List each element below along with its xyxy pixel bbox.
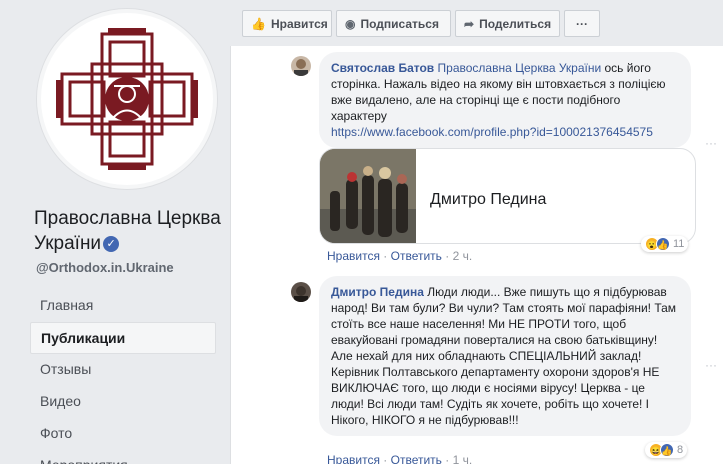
nav-item-reviews[interactable]: Отзывы	[30, 354, 216, 386]
person-photo-icon	[294, 286, 308, 302]
comment-like-link[interactable]: Нравится	[327, 453, 380, 464]
comment-time[interactable]: 2 ч.	[453, 249, 473, 263]
nav-item-home[interactable]: Главная	[30, 290, 216, 322]
link-preview-card[interactable]: Дмитро Педина	[319, 148, 696, 244]
like-reaction-icon: 👍	[656, 237, 670, 251]
thumbs-up-icon: 👍	[251, 16, 266, 31]
reaction-summary[interactable]: 😆 👍 8	[645, 442, 688, 458]
like-page-button[interactable]: 👍 Нравится	[242, 10, 332, 37]
link-preview-image	[320, 149, 416, 243]
more-options-label: ···	[576, 16, 588, 31]
like-reaction-icon: 👍	[660, 443, 674, 457]
page-action-bar: 👍 Нравится ◉ Подписаться ➦ Поделиться ··…	[242, 10, 600, 37]
comment-time[interactable]: 1 ч.	[453, 453, 473, 464]
comment-options-icon[interactable]: ···	[705, 358, 717, 372]
share-label: Поделиться	[479, 16, 552, 31]
page-avatar[interactable]	[36, 8, 218, 190]
like-page-label: Нравится	[270, 16, 328, 31]
comment-bubble: Дмитро Педина Люди люди... Вже пишуть що…	[319, 276, 691, 436]
comment-link[interactable]: https://www.facebook.com/profile.php?id=…	[331, 125, 653, 139]
comment-author[interactable]: Дмитро Педина	[331, 285, 424, 299]
nav-item-posts[interactable]: Публикации	[30, 322, 216, 354]
share-button[interactable]: ➦ Поделиться	[455, 10, 560, 37]
page-title[interactable]: Православна Церква України ✓	[34, 206, 224, 256]
page-sidebar: Православна Церква України ✓ @Orthodox.in…	[0, 0, 228, 464]
comment-options-icon[interactable]: ···	[705, 136, 717, 150]
link-preview-title: Дмитро Педина	[430, 191, 547, 208]
comment-reply-link[interactable]: Ответить	[391, 249, 442, 263]
comment-author[interactable]: Святослав Батов	[331, 61, 434, 75]
page-handle[interactable]: @Orthodox.in.Ukraine	[36, 260, 174, 275]
page-title-text: Православна Церква України	[34, 208, 221, 254]
comment-like-link[interactable]: Нравится	[327, 249, 380, 263]
subscribe-button[interactable]: ◉ Подписаться	[336, 10, 451, 37]
church-emblem-icon	[56, 28, 198, 170]
reaction-summary[interactable]: 😮 👍 11	[641, 236, 689, 252]
comment-text: Люди люди... Вже пишуть що я підбурював …	[331, 285, 677, 427]
comment-meta: Нравится · Ответить · 2 ч.	[327, 249, 473, 263]
nav-item-videos[interactable]: Видео	[30, 386, 216, 418]
comment-bubble: Святослав Батов Православна Церква Украї…	[319, 52, 691, 148]
comment: Дмитро Педина Люди люди... Вже пишуть що…	[319, 276, 691, 436]
person-photo-icon	[294, 59, 308, 76]
reaction-count: 8	[677, 444, 684, 456]
more-options-button[interactable]: ···	[564, 10, 600, 37]
comments-feed: Святослав Батов Православна Церква Украї…	[230, 46, 723, 464]
subscribe-label: Подписаться	[360, 16, 439, 31]
rss-icon: ◉	[345, 16, 356, 31]
page-nav: Главная Публикации Отзывы Видео Фото Мер…	[30, 290, 216, 464]
comment-meta: Нравится · Ответить · 1 ч.	[317, 453, 472, 464]
comment: Святослав Батов Православна Церква Украї…	[319, 52, 691, 148]
reaction-count: 11	[673, 238, 685, 250]
nav-item-photos[interactable]: Фото	[30, 418, 216, 450]
comment-author-avatar[interactable]	[291, 56, 311, 76]
comment-mention[interactable]: Православна Церква України	[438, 61, 602, 75]
comment-reply-link[interactable]: Ответить	[391, 453, 442, 464]
share-arrow-icon: ➦	[464, 16, 475, 31]
verified-badge-icon: ✓	[103, 236, 120, 252]
nav-item-events[interactable]: Мероприятия	[30, 450, 216, 464]
comment-author-avatar[interactable]	[291, 282, 311, 302]
